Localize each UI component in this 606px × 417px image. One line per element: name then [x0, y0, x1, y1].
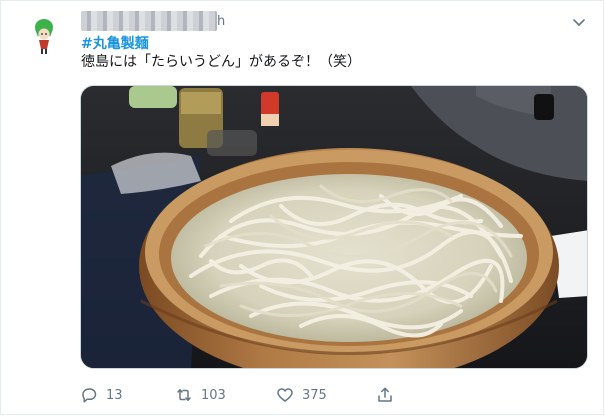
share-icon	[378, 387, 392, 402]
username-tail: h	[217, 14, 226, 29]
reply-icon	[82, 388, 97, 403]
retweet-count: 103	[201, 387, 226, 403]
avatar-image	[23, 15, 65, 57]
username-blurred[interactable]	[81, 11, 217, 31]
hashtag-link[interactable]: #丸亀製麺	[81, 35, 149, 53]
chevron-down-icon[interactable]	[571, 14, 587, 30]
tweet-card: h #丸亀製麺 徳島には「たらいうどん」があるぞ！（笑） 13 103 375	[0, 0, 604, 415]
like-count: 375	[302, 387, 327, 403]
reply-button[interactable]: 13	[80, 383, 123, 407]
tweet-actions: 13 103 375	[80, 383, 400, 407]
reply-count: 13	[106, 387, 123, 403]
tweet-text: 徳島には「たらいうどん」があるぞ！（笑）	[81, 54, 361, 70]
like-button[interactable]: 375	[276, 383, 327, 407]
udon-tub-photo	[81, 86, 587, 368]
retweet-icon	[177, 389, 191, 401]
retweet-button[interactable]: 103	[175, 383, 226, 407]
avatar[interactable]	[23, 15, 65, 57]
tweet-photo[interactable]	[80, 85, 588, 369]
share-button[interactable]	[376, 383, 402, 407]
heart-icon	[277, 388, 293, 402]
